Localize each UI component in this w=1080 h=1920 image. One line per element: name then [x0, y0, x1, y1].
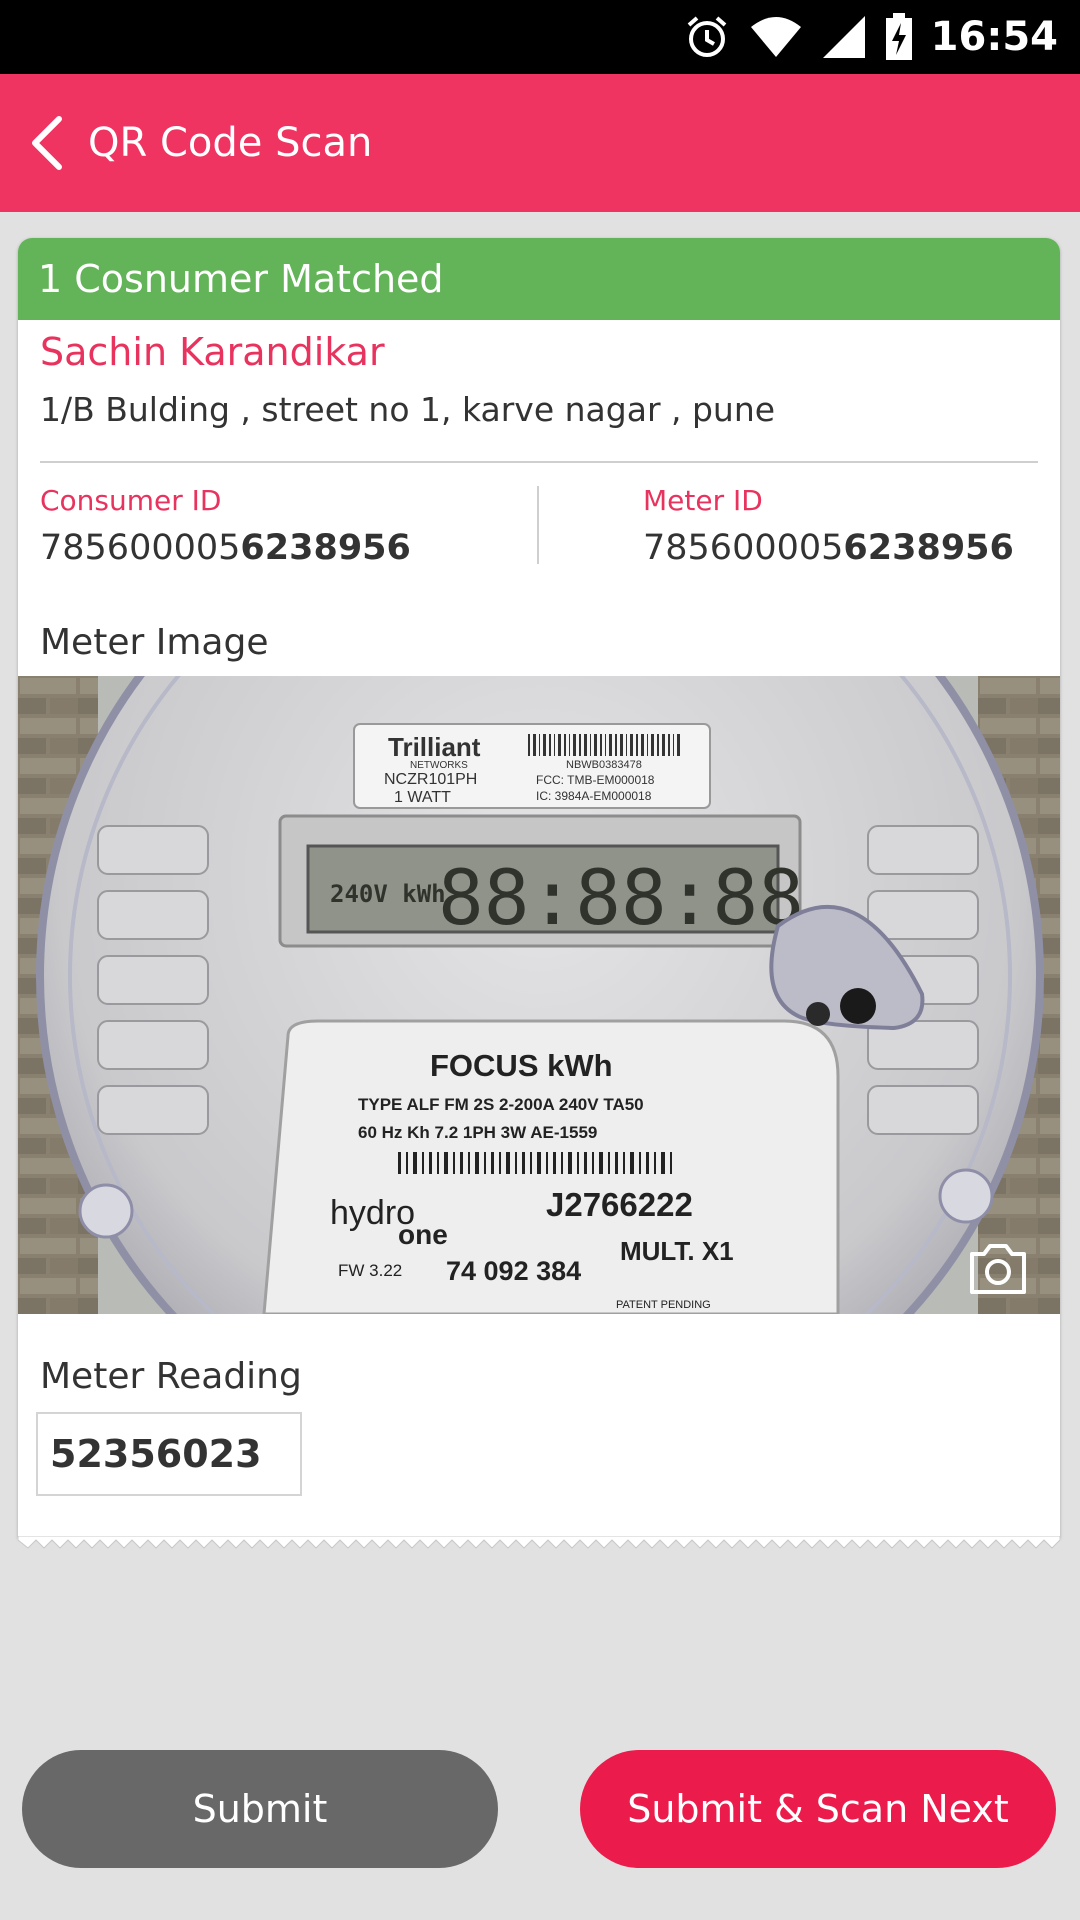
battery-charging-icon [885, 13, 912, 60]
meter-image-label: Meter Image [40, 622, 269, 663]
consumer-name: Sachin Karandikar [40, 330, 385, 374]
lcd-display: 88:88:88 [438, 853, 804, 942]
meter-id-bold: 6238956 [843, 528, 1014, 568]
consumer-id-value: 7856000056238956 [40, 528, 411, 568]
camera-button[interactable] [966, 1236, 1030, 1300]
status-time: 16:54 [930, 14, 1058, 60]
one-text: one [398, 1219, 448, 1250]
status-icons: 16:54 [683, 0, 1058, 74]
meter-number-text: J2766222 [546, 1186, 693, 1223]
fw-text: FW 3.22 [338, 1261, 402, 1280]
fcc-text: FCC: TMB-EM000018 [536, 773, 655, 787]
wifi-icon [750, 17, 801, 57]
ic-text: IC: 3984A-EM000018 [536, 789, 652, 803]
camera-icon [970, 1244, 1026, 1294]
meter-id-label: Meter ID [643, 484, 763, 517]
status-bar: 16:54 [0, 0, 1080, 74]
model-text: NCZR101PH [384, 771, 477, 788]
meter-illustration: Trilliant NETWORKS NCZR101PH 1 WATT NBWB… [18, 676, 1060, 1314]
back-button[interactable] [14, 110, 80, 176]
meter-photo[interactable]: Trilliant NETWORKS NCZR101PH 1 WATT NBWB… [18, 676, 1060, 1314]
signal-icon [822, 16, 865, 58]
divider [40, 461, 1038, 463]
alarm-icon [687, 16, 726, 57]
consumer-card: 1 Cosnumer Matched Sachin Karandikar 1/B… [18, 238, 1060, 1549]
vertical-divider [537, 486, 539, 564]
consumer-address: 1/B Bulding , street no 1, karve nagar ,… [40, 390, 776, 429]
back-arrow-icon [32, 116, 62, 170]
serial-small-text: NBWB0383478 [566, 759, 642, 771]
match-banner: 1 Cosnumer Matched [18, 238, 1060, 320]
display-left-text: 240V kWh [330, 880, 446, 908]
focus-text: FOCUS kWh [430, 1048, 613, 1083]
consumer-id-prefix: 785600005 [40, 528, 241, 568]
meter-id-value: 7856000056238956 [643, 528, 1014, 568]
app-bar: QR Code Scan [0, 74, 1080, 212]
type-text: TYPE ALF FM 2S 2-200A 240V TA50 [358, 1095, 644, 1114]
brand-text: Trilliant [388, 732, 481, 762]
meter-id-prefix: 785600005 [643, 528, 844, 568]
meter-reading-label: Meter Reading [40, 1356, 302, 1397]
card-zigzag-edge [18, 1536, 1060, 1549]
page-title: QR Code Scan [88, 120, 373, 166]
watt-text: 1 WATT [394, 789, 451, 806]
consumer-id-label: Consumer ID [40, 484, 222, 517]
patent-text: PATENT PENDING [616, 1299, 711, 1311]
reading-number-text: 74 092 384 [446, 1256, 581, 1286]
brand-sub-text: NETWORKS [410, 760, 468, 771]
mult-text: MULT. X1 [620, 1236, 734, 1266]
meter-reading-input[interactable]: 52356023 [36, 1412, 302, 1496]
submit-button[interactable]: Submit [22, 1750, 498, 1868]
consumer-id-bold: 6238956 [240, 528, 411, 568]
hz-text: 60 Hz Kh 7.2 1PH 3W AE-1559 [358, 1123, 597, 1142]
submit-and-scan-next-button[interactable]: Submit & Scan Next [580, 1750, 1056, 1868]
